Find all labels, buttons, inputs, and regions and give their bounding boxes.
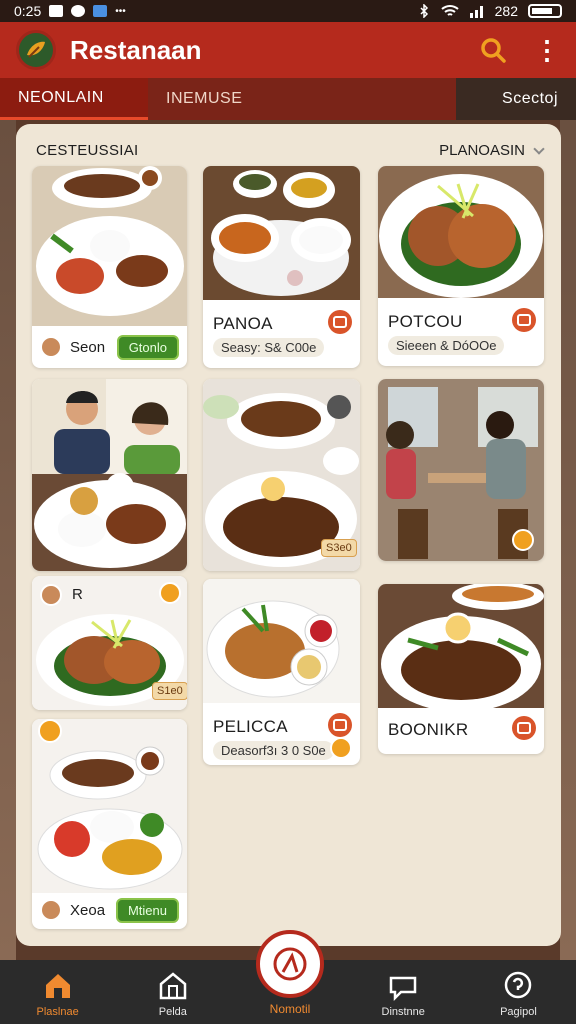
dish-card-boonikr[interactable]: BOONIKR — [378, 584, 544, 754]
nav-dinstnne-label: Dinstnne — [381, 1006, 425, 1018]
center-action-button[interactable] — [256, 930, 324, 998]
dish-card-pelicca[interactable]: PELICCA Deasorf3ı 3 0 S0e — [203, 579, 360, 765]
more-menu-icon[interactable]: ⋮ — [534, 37, 560, 63]
search-button[interactable] — [478, 35, 508, 65]
dish-subtitle: Seasy: S& C00e — [213, 338, 325, 357]
plate-icon — [273, 947, 307, 981]
nav-pagipol-label: Pagipol — [500, 1006, 537, 1018]
leaf-icon — [27, 41, 45, 58]
order-button[interactable]: Gtonlo — [116, 334, 179, 360]
price-badge: S1e0 — [152, 682, 187, 700]
dish-card-potcou[interactable]: POTCOU Sieeen & DóOOe — [378, 166, 544, 366]
tab-inemuse[interactable]: INEMUSE — [148, 78, 260, 120]
sync-icon — [71, 5, 86, 17]
chevron-down-icon — [533, 142, 545, 155]
dish-photo — [378, 166, 544, 298]
status-bar: 0:25 ••• 282 — [0, 0, 576, 22]
nav-pagipol[interactable]: Pagipol — [461, 960, 576, 1024]
dish-title: PANOA — [213, 314, 273, 333]
dish-photo — [32, 719, 187, 893]
background-wall-left — [0, 120, 16, 960]
tab-neonlain[interactable]: NEONLAIN — [0, 78, 148, 120]
panel-heading: CESTEUSSIAI — [36, 142, 139, 159]
wifi-icon — [440, 5, 459, 16]
more-dots-icon: ••• — [115, 5, 126, 17]
dish-photo — [203, 579, 360, 703]
dish-photo — [32, 166, 187, 326]
chef-name: Seon — [70, 338, 106, 356]
background-wall-right — [560, 120, 576, 960]
dish-title: POTCOU — [388, 312, 463, 331]
bluetooth-icon — [420, 4, 428, 18]
dish-subtitle: Sieeen & DóOOe — [388, 336, 505, 355]
favorite-icon[interactable] — [159, 582, 181, 604]
search-icon — [481, 38, 506, 63]
chef-name: R — [72, 586, 83, 603]
restaurant-scene-card[interactable] — [378, 379, 544, 561]
nav-home[interactable]: Plaslnae — [0, 960, 115, 1024]
menu-panel: CESTEUSSIAI PLANOASIN Seon Gtonlo PANOA … — [16, 124, 561, 946]
app-logo[interactable] — [16, 30, 56, 70]
favorite-icon[interactable] — [512, 529, 534, 551]
battery-icon — [528, 4, 562, 18]
avatar — [40, 584, 62, 606]
dish-card-r[interactable]: R S1e0 — [32, 576, 187, 710]
dish-card-xeoa[interactable]: Xeoa Mtienu — [32, 719, 187, 929]
battery-text: 282 — [494, 3, 518, 19]
chef-name: Xeoa — [70, 901, 106, 919]
avatar — [40, 336, 62, 358]
dish-action-icon[interactable] — [328, 713, 352, 737]
building-icon — [159, 972, 187, 1000]
dish-photo — [378, 584, 544, 708]
clock: 0:25 — [14, 3, 42, 19]
dish-action-icon[interactable] — [328, 310, 352, 334]
help-icon — [505, 971, 532, 999]
message-icon — [49, 5, 64, 17]
filter-dropdown[interactable]: PLANOASIN — [439, 142, 545, 159]
nav-pelda[interactable]: Pelda — [115, 960, 230, 1024]
app-icon — [93, 5, 108, 17]
filter-label: PLANOASIN — [439, 142, 525, 159]
dish-title: BOONIKR — [388, 720, 469, 739]
signal-icon — [469, 6, 483, 18]
dish-photo — [203, 166, 360, 300]
tab-bar: NEONLAIN INEMUSE Scectoj — [0, 78, 576, 120]
dish-card-people[interactable] — [32, 379, 187, 571]
add-icon[interactable] — [330, 737, 352, 759]
app-bar: Restanaan ⋮ — [0, 22, 576, 78]
nav-pelda-label: Pelda — [158, 1006, 187, 1018]
menu-button[interactable]: Mtienu — [115, 897, 179, 923]
nav-dinstnne[interactable]: Dinstnne — [346, 960, 461, 1024]
nav-home-label: Plaslnae — [36, 1006, 79, 1018]
dish-action-icon[interactable] — [512, 716, 536, 740]
dish-card-grill[interactable]: S3e0 — [203, 379, 360, 571]
dish-card-seon[interactable]: Seon Gtonlo — [32, 166, 187, 368]
avatar — [40, 899, 62, 921]
dish-card-panoa[interactable]: PANOA Seasy: S& C00e — [203, 166, 360, 368]
dish-photo — [32, 379, 187, 571]
dish-title: PELICCA — [213, 717, 288, 736]
home-icon — [45, 974, 70, 998]
price-badge: S3e0 — [321, 539, 357, 557]
chat-icon — [389, 976, 417, 1002]
tab-scectoj[interactable]: Scectoj — [456, 78, 576, 120]
dish-subtitle: Deasorf3ı 3 0 S0e — [213, 741, 334, 760]
dish-action-icon[interactable] — [512, 308, 536, 332]
app-title: Restanaan — [70, 34, 202, 65]
center-action-label: Nomotil — [269, 1002, 311, 1016]
